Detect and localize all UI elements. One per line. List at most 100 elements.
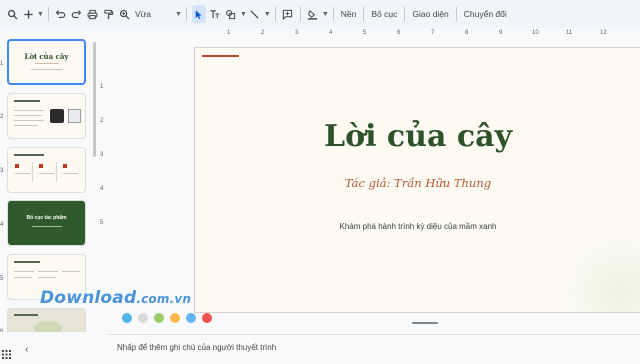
ruler-tick-label: 9 — [499, 30, 503, 36]
shape-dropdown-icon[interactable]: ▼ — [240, 11, 247, 18]
undo-icon[interactable] — [54, 5, 68, 23]
ruler-tick-label: 3 — [295, 30, 299, 36]
toolbar-divider — [332, 7, 334, 21]
slide-number: 3 — [0, 168, 4, 174]
toolbar-divider — [47, 7, 49, 21]
watermark-dot — [122, 313, 132, 323]
fill-color-dropdown-icon[interactable]: ▼ — [322, 11, 329, 18]
grid-view-icon[interactable] — [2, 346, 11, 364]
watermark-dots — [122, 313, 218, 323]
slide-number: 1 — [0, 61, 4, 67]
thumbnail-text-line — [14, 100, 40, 102]
slide-author[interactable]: Tác giả: Trần Hữu Thung — [195, 176, 640, 190]
slide-filmstrip: 1 Lời của cây 2 3 4 Bố cục tác phẩm 5 6 — [0, 28, 100, 332]
new-slide-icon[interactable] — [21, 5, 35, 23]
text-box-icon[interactable] — [208, 5, 222, 23]
ruler-tick-label: 1 — [100, 84, 104, 90]
transition-button[interactable]: Chuyển đổi — [461, 9, 510, 19]
zoom-icon[interactable] — [118, 5, 132, 23]
comment-icon[interactable] — [281, 5, 295, 23]
thumbnail-text-line — [38, 271, 58, 272]
ruler-tick-label: 1 — [227, 30, 231, 36]
watermark-dot — [138, 313, 148, 323]
paint-format-icon[interactable] — [102, 5, 116, 23]
zoom-value: Vừa — [134, 9, 152, 19]
watermark-domain: .com.vn — [136, 292, 192, 306]
select-cursor-icon[interactable] — [191, 5, 206, 23]
thumbnail-image — [34, 321, 62, 332]
toolbar-divider — [274, 7, 276, 21]
slide-number: 5 — [0, 276, 4, 282]
thumbnail-text-line — [15, 173, 30, 174]
watermark-dot — [186, 313, 196, 323]
thumbnail-text-line — [38, 277, 56, 278]
filmstrip-controls: ‹ — [0, 334, 100, 360]
ruler-tick-label: 4 — [329, 30, 333, 36]
thumbnail-marker — [15, 164, 19, 168]
ruler-tick-label: 7 — [431, 30, 435, 36]
thumbnail-text-line — [14, 277, 32, 278]
thumbnail-text-line — [14, 154, 44, 156]
thumbnail-title: Lời của cây — [24, 52, 69, 61]
slide-thumbnail-2[interactable] — [7, 93, 86, 139]
ruler-tick-label: 12 — [600, 30, 607, 36]
zoom-select[interactable]: Vừa — [135, 9, 151, 19]
ruler-tick-label: 3 — [100, 152, 104, 158]
toolbar-divider — [404, 7, 406, 21]
vertical-ruler: 1 2 3 4 5 — [98, 40, 108, 320]
fill-color-icon[interactable] — [306, 5, 320, 23]
slide-number: 4 — [0, 222, 4, 228]
thumbnail-text-line — [35, 63, 59, 64]
search-menu-icon[interactable] — [5, 5, 19, 23]
toolbar-divider — [185, 7, 187, 21]
slide-thumbnail-1[interactable]: Lời của cây — [7, 39, 86, 85]
watermark-text: Download — [40, 288, 137, 308]
ruler-tick-label: 11 — [566, 30, 573, 36]
slide-subtitle[interactable]: Khám phá hành trình kỳ diệu của mầm xanh — [195, 222, 640, 231]
watermark-dot — [170, 313, 180, 323]
slide-thumbnail-3[interactable] — [7, 147, 86, 193]
thumbnail-text-line — [14, 314, 38, 316]
ruler-tick-label: 5 — [100, 220, 104, 226]
slide-accent-line — [202, 55, 239, 57]
ruler-tick-label: 2 — [100, 118, 104, 124]
ruler-tick-label: 5 — [363, 30, 367, 36]
zoom-dropdown-icon[interactable]: ▼ — [175, 11, 182, 18]
new-slide-dropdown-icon[interactable]: ▼ — [37, 11, 44, 18]
line-dropdown-icon[interactable]: ▼ — [264, 11, 271, 18]
ruler-tick-label: 6 — [397, 30, 401, 36]
slide-thumbnail-4[interactable]: Bố cục tác phẩm — [7, 200, 86, 246]
thumbnail-text-line — [63, 173, 78, 174]
redo-icon[interactable] — [70, 5, 84, 23]
horizontal-ruler: 1 2 3 4 5 6 7 8 9 10 11 12 — [196, 28, 640, 40]
image-icon[interactable] — [224, 5, 238, 23]
filmstrip-scrollbar[interactable] — [93, 42, 96, 157]
notes-placeholder[interactable]: Nhấp để thêm ghi chú của người thuyết tr… — [117, 343, 276, 352]
toolbar-divider — [299, 7, 301, 21]
thumbnail-text-line — [32, 226, 62, 227]
notes-resize-handle[interactable] — [412, 322, 438, 324]
toolbar-divider — [363, 7, 365, 21]
slide-decoration — [561, 232, 640, 312]
theme-button[interactable]: Giao diện — [409, 9, 451, 19]
download-watermark-logo: Download.com.vn — [40, 288, 191, 308]
print-icon[interactable] — [86, 5, 100, 23]
ruler-tick-label: 4 — [100, 186, 104, 192]
thumbnail-image — [50, 109, 64, 123]
thumbnail-title: Bố cục tác phẩm — [26, 215, 67, 221]
toolbar: ▼ Vừa ▼ ▼ ▼ ▼ Nền Bố cục Giao diện Chuyể… — [0, 0, 640, 28]
slide-title[interactable]: Lời của cây — [195, 119, 640, 154]
thumbnail-marker — [39, 164, 43, 168]
ruler-tick-label: 2 — [261, 30, 265, 36]
current-slide[interactable]: Lời của cây Tác giả: Trần Hữu Thung Khám… — [194, 47, 640, 313]
thumbnail-text-line — [14, 110, 44, 111]
collapse-filmstrip-icon[interactable]: ‹ — [25, 344, 28, 355]
background-button[interactable]: Nền — [338, 9, 360, 19]
thumbnail-text-line — [31, 69, 63, 70]
line-icon[interactable] — [248, 5, 262, 23]
slide-thumbnail-6[interactable] — [7, 308, 86, 332]
speaker-notes[interactable]: Nhấp để thêm ghi chú của người thuyết tr… — [108, 334, 640, 360]
slide-number: 6 — [0, 329, 4, 332]
layout-button[interactable]: Bố cục — [368, 9, 400, 19]
thumbnail-text-line — [14, 125, 38, 126]
